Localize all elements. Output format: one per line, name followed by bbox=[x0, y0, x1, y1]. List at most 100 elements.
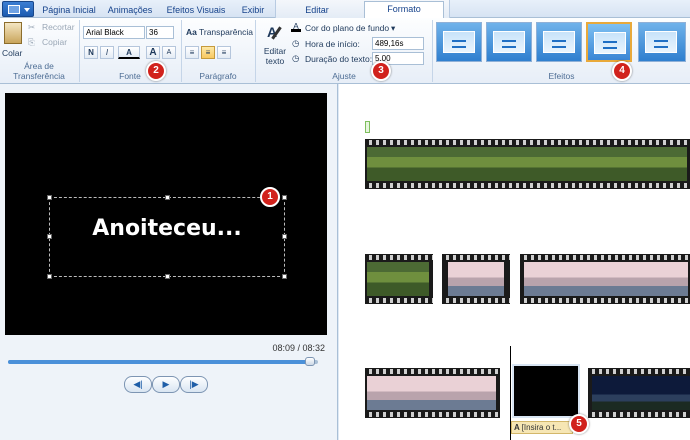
effects-group-label: Efeitos bbox=[548, 71, 575, 81]
text-clip-selected[interactable] bbox=[512, 364, 580, 418]
duration-label: Duração do texto: bbox=[305, 54, 373, 64]
tab-visual-effects[interactable]: Efeitos Visuais bbox=[160, 3, 232, 18]
film-perforation bbox=[588, 412, 690, 417]
clip-thumbnail bbox=[592, 376, 690, 410]
duration-icon: ◷ bbox=[292, 53, 300, 63]
resize-handle[interactable] bbox=[47, 195, 52, 200]
chevron-down-icon bbox=[24, 8, 30, 12]
background-color-button[interactable]: Cor do plano de fundo bbox=[305, 23, 389, 33]
font-name-select[interactable]: Arial Black bbox=[83, 26, 145, 39]
ribbon: Colar ✂ Recortar ⎘ Copiar Área de Transf… bbox=[0, 18, 690, 84]
resize-handle[interactable] bbox=[47, 234, 52, 239]
transparency-icon: Aa bbox=[186, 27, 197, 37]
caption-chip[interactable]: A [Insira o t... bbox=[511, 421, 573, 434]
start-time-input[interactable]: 489,16s bbox=[372, 37, 424, 50]
tab-view[interactable]: Exibir bbox=[236, 3, 270, 18]
clip-strip[interactable] bbox=[588, 368, 690, 418]
tab-format[interactable]: Formato bbox=[364, 1, 444, 18]
paste-button[interactable]: Colar bbox=[2, 48, 22, 58]
effect-thumbnail[interactable] bbox=[486, 22, 532, 62]
edit-text-icon: A bbox=[265, 22, 283, 40]
seek-bar-fill bbox=[8, 360, 311, 364]
edit-text-button-line1[interactable]: Editar bbox=[263, 46, 287, 56]
font-size-select[interactable]: 36 bbox=[146, 26, 174, 39]
clip-strip[interactable] bbox=[365, 139, 690, 189]
effect-thumbnail[interactable] bbox=[436, 22, 482, 62]
film-perforation bbox=[365, 412, 500, 417]
tab-edit[interactable]: Editar bbox=[285, 3, 349, 18]
time-display: 08:09 / 08:32 bbox=[272, 343, 325, 353]
clip-strip[interactable] bbox=[520, 254, 690, 304]
effect-preview-icon bbox=[493, 31, 525, 53]
ribbon-tab-bar: Página Inicial Animações Efeitos Visuais… bbox=[0, 0, 690, 18]
adjust-group-label: Ajuste bbox=[332, 71, 356, 81]
align-center-button[interactable]: ≡ bbox=[201, 46, 215, 59]
transparency-button[interactable]: Transparência bbox=[199, 27, 253, 37]
film-perforation bbox=[365, 140, 690, 145]
play-button[interactable]: ▶ bbox=[152, 376, 180, 393]
text-caption-icon: A bbox=[514, 423, 522, 432]
callout-badge-4: 4 bbox=[612, 61, 632, 81]
resize-handle[interactable] bbox=[282, 234, 287, 239]
film-perforation bbox=[442, 298, 510, 303]
clip-thumbnail bbox=[367, 262, 429, 296]
film-perforation bbox=[520, 255, 690, 260]
callout-badge-2: 2 bbox=[146, 61, 166, 81]
start-marker bbox=[365, 121, 370, 133]
seek-bar[interactable] bbox=[8, 357, 318, 366]
background-color-icon: A bbox=[291, 22, 301, 32]
bold-button[interactable]: N bbox=[84, 46, 98, 59]
copy-icon: ⎘ bbox=[28, 37, 35, 47]
paragraph-group-label: Parágrafo bbox=[199, 71, 237, 81]
resize-handle[interactable] bbox=[282, 195, 287, 200]
start-time-label: Hora de início: bbox=[305, 39, 360, 49]
italic-button[interactable]: I bbox=[100, 46, 114, 59]
caption-chip-label: [Insira o t... bbox=[521, 423, 562, 432]
app-menu-icon bbox=[8, 5, 20, 14]
cut-button[interactable]: Recortar bbox=[42, 22, 75, 32]
film-perforation bbox=[365, 255, 433, 260]
clip-thumbnail bbox=[367, 376, 496, 410]
edit-text-button-line2[interactable]: texto bbox=[263, 56, 287, 66]
effect-preview-icon bbox=[594, 32, 626, 54]
effect-thumbnail[interactable] bbox=[638, 22, 686, 62]
callout-badge-3: 3 bbox=[371, 61, 391, 81]
tab-animations[interactable]: Animações bbox=[104, 3, 156, 18]
film-perforation bbox=[442, 255, 510, 260]
effect-thumbnail[interactable] bbox=[536, 22, 582, 62]
resize-handle[interactable] bbox=[282, 274, 287, 279]
seek-bar-thumb[interactable] bbox=[305, 357, 316, 366]
font-color-button[interactable]: A bbox=[118, 46, 140, 59]
align-right-button[interactable]: ≡ bbox=[217, 46, 231, 59]
cut-icon: ✂ bbox=[28, 22, 36, 32]
previous-frame-button[interactable]: ◀| bbox=[124, 376, 152, 393]
clip-strip[interactable] bbox=[442, 254, 510, 304]
callout-badge-5: 5 bbox=[569, 414, 589, 434]
film-perforation bbox=[365, 183, 690, 188]
align-left-button[interactable]: ≡ bbox=[185, 46, 199, 59]
preview-pane: Anoiteceu... 08:09 / 08:32 ◀| ▶ |▶ bbox=[0, 84, 338, 440]
text-overlay-box[interactable]: Anoiteceu... bbox=[47, 195, 287, 279]
copy-button[interactable]: Copiar bbox=[42, 37, 67, 47]
grow-font-button[interactable]: A bbox=[146, 46, 160, 59]
film-perforation bbox=[588, 369, 690, 374]
film-perforation bbox=[365, 298, 433, 303]
resize-handle[interactable] bbox=[47, 274, 52, 279]
app-menu-button[interactable] bbox=[2, 1, 34, 17]
clip-strip[interactable] bbox=[365, 254, 433, 304]
callout-badge-1: 1 bbox=[260, 187, 280, 207]
effect-preview-icon bbox=[645, 31, 677, 53]
overlay-text: Anoiteceu... bbox=[92, 216, 242, 241]
effect-preview-icon bbox=[543, 31, 575, 53]
shrink-font-button[interactable]: A bbox=[162, 46, 176, 59]
video-preview[interactable]: Anoiteceu... bbox=[5, 93, 327, 335]
clip-strip[interactable] bbox=[365, 368, 500, 418]
film-perforation bbox=[520, 298, 690, 303]
effect-thumbnail-selected[interactable] bbox=[586, 22, 632, 62]
film-perforation bbox=[365, 369, 500, 374]
tab-home[interactable]: Página Inicial bbox=[38, 3, 100, 18]
next-frame-button[interactable]: |▶ bbox=[180, 376, 208, 393]
resize-handle[interactable] bbox=[165, 274, 170, 279]
resize-handle[interactable] bbox=[165, 195, 170, 200]
chevron-down-icon: ▾ bbox=[391, 23, 396, 33]
